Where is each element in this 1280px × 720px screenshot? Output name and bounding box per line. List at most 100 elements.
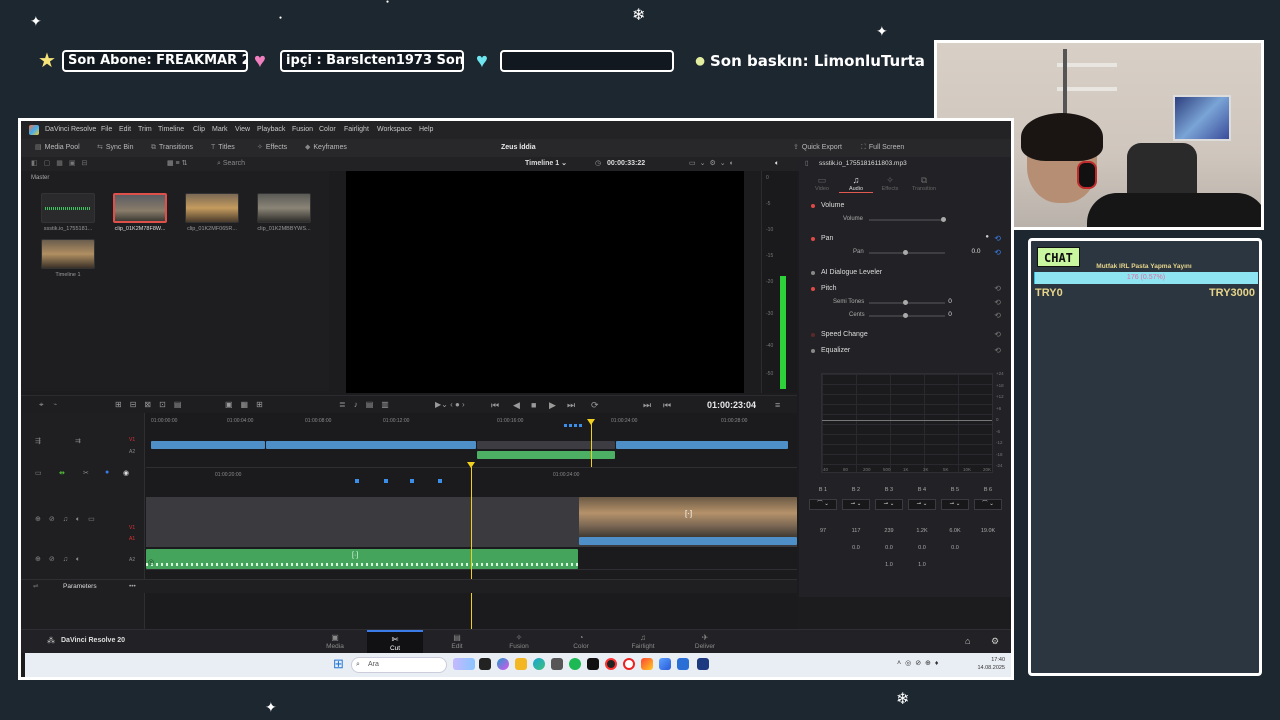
full-screen-button[interactable]: ⛶ Full Screen bbox=[861, 139, 904, 157]
edge-icon[interactable] bbox=[533, 658, 545, 670]
insert-tools-icons[interactable]: ⊞⊟⊠⊡▤ bbox=[115, 396, 189, 414]
menu-app[interactable]: DaVinci Resolve bbox=[45, 121, 96, 139]
app-icon[interactable] bbox=[677, 658, 689, 670]
eq-band-q[interactable]: 1.0 bbox=[908, 562, 936, 568]
resolve-app-icon[interactable] bbox=[587, 658, 599, 670]
audio-tools-icons[interactable]: ≣♪▤▥ bbox=[339, 396, 397, 414]
eq-band-type-dropdown[interactable]: ⊸ ⌄ bbox=[875, 499, 903, 510]
tab-effects[interactable]: ✧ Effects bbox=[873, 175, 907, 192]
eq-band-gain[interactable]: 0.0 bbox=[842, 545, 870, 551]
tab-audio[interactable]: ♫ Audio bbox=[839, 175, 873, 193]
pan-slider[interactable] bbox=[869, 250, 945, 255]
menu-fairlight[interactable]: Fairlight bbox=[344, 121, 369, 139]
home-icon[interactable]: ⌂ bbox=[965, 636, 970, 646]
eq-band-type-dropdown[interactable]: ⊸ ⌄ bbox=[941, 499, 969, 510]
page-media[interactable]: ▣ Media bbox=[307, 633, 363, 650]
overview-gap[interactable] bbox=[477, 441, 615, 449]
enable-dot[interactable] bbox=[811, 237, 815, 241]
timeline-marker[interactable] bbox=[384, 479, 388, 483]
store-icon[interactable] bbox=[551, 658, 563, 670]
taskbar-search[interactable]: ⌕ Ara bbox=[351, 657, 447, 673]
track-tool-icon[interactable]: ⇶ bbox=[35, 437, 41, 445]
clock[interactable]: 17:40 14.08.2025 bbox=[977, 656, 1005, 672]
snap-icon[interactable]: ⇹ bbox=[59, 469, 65, 477]
eq-band-frequency[interactable]: 239 bbox=[875, 528, 903, 534]
timeline[interactable]: ⇶ ⇉ V1 A2 ▭ ⇹ ✂ ● ◉ ⊕⊘♫🔈︎▭ V1 A1 ⊕⊘♫🔈︎ A… bbox=[21, 413, 797, 629]
menu-trim[interactable]: Trim bbox=[138, 121, 152, 139]
volume-slider[interactable] bbox=[869, 217, 946, 222]
menu-clip[interactable]: Clip bbox=[193, 121, 205, 139]
copilot-icon[interactable] bbox=[497, 658, 509, 670]
timeline-marker[interactable] bbox=[438, 479, 442, 483]
grid-view-icon[interactable]: ▦ ≡ ⇅ bbox=[167, 157, 187, 171]
eq-band-frequency[interactable]: 97 bbox=[809, 528, 837, 534]
track-tool-icon[interactable]: ⇉ bbox=[75, 437, 81, 445]
timeline-marker[interactable] bbox=[569, 424, 572, 427]
keyframes-button[interactable]: ◆ Keyframes bbox=[305, 139, 347, 157]
keyframe-dot-icon[interactable]: ● bbox=[985, 234, 989, 240]
tab-transition[interactable]: ⧉ Transition bbox=[907, 175, 941, 192]
eq-band-frequency[interactable]: 19.0K bbox=[974, 528, 1002, 534]
sync-bin-button[interactable]: ⇆ Sync Bin bbox=[97, 139, 134, 157]
video-clip-audio[interactable] bbox=[579, 537, 797, 545]
next-edit-icon[interactable]: ⏭ bbox=[643, 396, 651, 414]
audio-clip[interactable]: [·] ◎ bbox=[146, 549, 578, 569]
overview-video-clip[interactable] bbox=[151, 441, 265, 449]
cents-slider[interactable] bbox=[869, 313, 945, 318]
eq-band-q[interactable]: 1.0 bbox=[875, 562, 903, 568]
prev-edit-icon[interactable]: ⏮ bbox=[663, 396, 671, 414]
stop-icon[interactable]: ■ bbox=[531, 396, 536, 414]
parameters-label[interactable]: Parameters bbox=[63, 580, 97, 594]
file-explorer-icon[interactable] bbox=[515, 658, 527, 670]
quick-export-button[interactable]: ⇪ Quick Export bbox=[793, 139, 842, 157]
enable-dot[interactable] bbox=[811, 287, 815, 291]
menu-help[interactable]: Help bbox=[419, 121, 433, 139]
overview-video-clip[interactable] bbox=[616, 441, 788, 449]
app-icon[interactable] bbox=[697, 658, 709, 670]
page-edit[interactable]: ▤ Edit bbox=[429, 633, 485, 650]
menu-icon[interactable]: ≡ bbox=[775, 396, 780, 414]
search-button[interactable]: ⌕ Search bbox=[217, 157, 245, 171]
zoom-icon[interactable]: ▭ bbox=[35, 469, 42, 477]
semitones-value[interactable]: 0 bbox=[939, 298, 961, 305]
reset-icon[interactable]: ⟲ bbox=[994, 298, 1001, 307]
reset-icon[interactable]: ⟲ bbox=[994, 234, 1001, 243]
overview-audio-clip[interactable] bbox=[477, 451, 615, 459]
effects-button[interactable]: ✧ Effects bbox=[257, 139, 287, 157]
media-clip[interactable]: ssstik.io_1755181... bbox=[41, 193, 95, 232]
slider-knob[interactable] bbox=[903, 250, 908, 255]
eq-band-type-dropdown[interactable]: ⌒ ⌄ bbox=[974, 499, 1002, 510]
opera-icon[interactable] bbox=[623, 658, 635, 670]
eq-band-gain[interactable]: 0.0 bbox=[908, 545, 936, 551]
media-clip-selected[interactable]: clip_01K2M78F8W... bbox=[113, 193, 167, 232]
task-view-icon[interactable] bbox=[479, 658, 491, 670]
enable-dot[interactable] bbox=[811, 271, 815, 275]
viewer-options-icons[interactable]: ▭⌄⚙⌄◐ bbox=[689, 157, 738, 171]
system-tray-icons[interactable]: ˄◎⊘⊕♦ bbox=[897, 659, 943, 667]
cents-value[interactable]: 0 bbox=[939, 311, 961, 318]
page-cut[interactable]: ✄ Cut bbox=[367, 630, 423, 654]
widgets-icon[interactable] bbox=[453, 658, 475, 670]
play-reverse-icon[interactable]: ◀ bbox=[513, 396, 520, 414]
windows-start-icon[interactable]: ⊞ bbox=[333, 657, 344, 671]
go-to-start-icon[interactable]: ⏮ bbox=[491, 396, 499, 414]
menu-color[interactable]: Color bbox=[319, 121, 336, 139]
page-fusion[interactable]: ✧ Fusion bbox=[491, 633, 547, 650]
obs-icon[interactable] bbox=[605, 658, 617, 670]
slider-knob[interactable] bbox=[903, 313, 908, 318]
overview-playhead[interactable] bbox=[591, 423, 592, 467]
transitions-button[interactable]: ⧉ Transitions bbox=[151, 139, 193, 157]
reset-icon[interactable]: ⟲ bbox=[994, 284, 1001, 293]
overview-video-clip[interactable] bbox=[266, 441, 476, 449]
eq-band-type-dropdown[interactable]: ⌒ ⌄ bbox=[809, 499, 837, 510]
menu-edit[interactable]: Edit bbox=[119, 121, 131, 139]
media-clip[interactable]: clip_01K2MBBYWS... bbox=[257, 193, 311, 232]
slider-knob[interactable] bbox=[941, 217, 946, 222]
titles-button[interactable]: T Titles bbox=[211, 139, 235, 157]
speaker-icon[interactable]: 🔈︎ bbox=[775, 157, 779, 171]
play-icon[interactable]: ▶ bbox=[549, 396, 556, 414]
enable-dot[interactable] bbox=[811, 204, 815, 208]
tab-video[interactable]: ▭ Video bbox=[805, 175, 839, 192]
go-to-end-icon[interactable]: ⏭ bbox=[567, 396, 575, 414]
page-deliver[interactable]: ✈ Deliver bbox=[677, 633, 733, 650]
